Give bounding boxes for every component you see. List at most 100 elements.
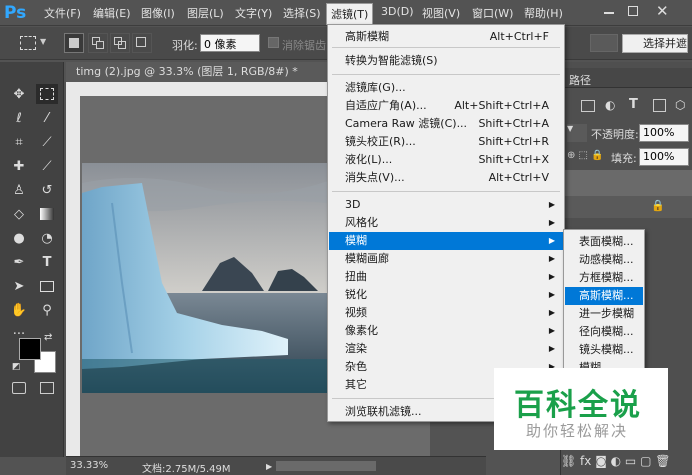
menu-separator (332, 74, 560, 75)
add-selection-icon[interactable] (88, 33, 108, 53)
opacity-label: 不透明度: (591, 128, 639, 141)
layer-bottom-icons[interactable]: ⛓ fx ◙ ◐ ▭ ▢ 🗑 (561, 454, 670, 468)
filter-type-icon[interactable]: T (629, 97, 638, 112)
menu-view[interactable]: 视图(V) (422, 5, 460, 21)
photoshop-logo: Ps (4, 3, 27, 23)
zoom-level[interactable]: 33.33% (70, 460, 108, 471)
crop-tool-icon[interactable]: ⌗ (8, 132, 30, 152)
status-arrow-icon[interactable]: ▶ (266, 462, 272, 471)
filter-menu-item[interactable]: 扭曲 ▶ (329, 268, 563, 286)
menu-select[interactable]: 选择(S) (283, 5, 321, 21)
magic-wand-icon[interactable]: ⁄ (36, 108, 58, 128)
filter-menu-item[interactable]: 风格化 ▶ (329, 214, 563, 232)
filter-menu-item[interactable]: Camera Raw 滤镜(C)... Shift+Ctrl+A (329, 115, 563, 133)
marquee-preset-icon[interactable] (20, 36, 36, 50)
new-selection-icon[interactable] (64, 33, 84, 53)
swap-colors-icon[interactable]: ⇄ (44, 332, 52, 343)
horizontal-scrollbar[interactable] (276, 461, 376, 471)
fill-input[interactable]: 100% (639, 148, 689, 166)
filter-menu-item[interactable]: 转换为智能滤镜(S) (329, 52, 563, 70)
filter-adjust-icon[interactable]: ◐ (605, 98, 615, 112)
filter-menu-item[interactable]: 锐化 ▶ (329, 286, 563, 304)
ruler-vertical (66, 96, 80, 456)
path-select-icon[interactable]: ➤ (8, 276, 30, 296)
menu-filter[interactable]: 滤镜(T) (326, 3, 374, 25)
maximize-icon[interactable] (628, 6, 638, 16)
antialias-checkbox[interactable] (268, 37, 279, 48)
default-colors-icon[interactable]: ◩ (12, 362, 21, 372)
move-tool-icon[interactable]: ✥ (8, 84, 30, 104)
hand-tool-icon[interactable]: ✋ (8, 300, 30, 320)
menu-layer[interactable]: 图层(L) (187, 5, 224, 21)
submenu-arrow-icon: ▶ (548, 290, 555, 299)
menu-item-label: 转换为智能滤镜(S) (345, 54, 438, 67)
screen-mode-icon[interactable] (40, 382, 54, 394)
menu-file[interactable]: 文件(F) (44, 5, 81, 21)
menu-window[interactable]: 窗口(W) (472, 5, 513, 21)
minimize-icon[interactable] (604, 12, 614, 14)
blur-submenu-item[interactable]: 进一步模糊 (565, 305, 643, 323)
blur-submenu-item[interactable]: 动感模糊... (565, 251, 643, 269)
chevron-down-icon[interactable]: ▼ (40, 37, 46, 46)
blur-submenu-item[interactable]: 高斯模糊... (565, 287, 643, 305)
filter-menu-item[interactable]: 渲染 ▶ (329, 340, 563, 358)
feather-input[interactable]: 0 像素 (200, 34, 260, 52)
menu-edit[interactable]: 编辑(E) (93, 5, 131, 21)
filter-menu-item[interactable]: 视频 ▶ (329, 304, 563, 322)
history-brush-icon[interactable]: ↺ (36, 180, 58, 200)
gradient-icon[interactable] (36, 204, 58, 224)
menu-help[interactable]: 帮助(H) (524, 5, 563, 21)
clone-stamp-icon[interactable]: ♙ (8, 180, 30, 200)
intersect-selection-icon[interactable] (132, 33, 152, 53)
blur-submenu-item[interactable]: 表面模糊... (565, 233, 643, 251)
menu-item-label: Camera Raw 滤镜(C)... (345, 117, 468, 130)
eraser-icon[interactable]: ◇ (8, 204, 30, 224)
quick-mask-icon[interactable] (12, 382, 26, 394)
rectangle-tool-icon[interactable] (36, 276, 58, 296)
document-tab[interactable]: timg (2).jpg @ 33.3% (图层 1, RGB/8#) * (66, 62, 336, 82)
filter-menu-item[interactable]: 模糊画廊 ▶ (329, 250, 563, 268)
marquee-tool-icon[interactable] (36, 84, 58, 104)
zoom-tool-icon[interactable]: ⚲ (36, 300, 58, 320)
filter-menu-item[interactable]: 像素化 ▶ (329, 322, 563, 340)
blend-mode-chevron-icon[interactable]: ▼ (567, 124, 587, 142)
menu-type[interactable]: 文字(Y) (235, 5, 272, 21)
type-tool-icon[interactable]: T (36, 252, 58, 272)
filter-menu-item[interactable]: 自适应广角(A)... Alt+Shift+Ctrl+A (329, 97, 563, 115)
filter-menu: 高斯模糊 Alt+Ctrl+F 转换为智能滤镜(S) 滤镜库(G)... 自适应广角(A… (327, 24, 565, 422)
foreground-color-swatch[interactable] (19, 338, 41, 360)
menu-item-label: 像素化 (345, 324, 378, 337)
blur-submenu-item[interactable]: 径向模糊... (565, 323, 643, 341)
subtract-selection-icon[interactable] (110, 33, 130, 53)
filter-menu-item[interactable]: 镜头校正(R)... Shift+Ctrl+R (329, 133, 563, 151)
blur-submenu-item[interactable]: 方框模糊... (565, 269, 643, 287)
layer-row[interactable] (561, 170, 692, 196)
lasso-tool-icon[interactable]: ℓ (8, 108, 30, 128)
filter-menu-item[interactable]: 模糊 ▶ (329, 232, 563, 250)
filter-menu-item[interactable]: 消失点(V)... Alt+Ctrl+V (329, 169, 563, 187)
select-and-mask-button[interactable]: 选择并遮 (622, 34, 688, 53)
filter-menu-item[interactable]: 高斯模糊 Alt+Ctrl+F (329, 28, 563, 46)
pen-tool-icon[interactable]: ✒ (8, 252, 30, 272)
paths-tab[interactable]: 路径 (569, 72, 591, 88)
close-window-icon[interactable]: ✕ (656, 2, 669, 20)
filter-image-icon[interactable] (581, 100, 595, 112)
lock-options-icon[interactable]: ⊕ ⬚ 🔒 (567, 150, 604, 161)
healing-brush-icon[interactable]: ✚ (8, 156, 30, 176)
opacity-input[interactable]: 100% (639, 124, 689, 142)
background-layer-row[interactable]: 🔒 (561, 196, 692, 218)
brush-tool-icon[interactable]: ⟋ (36, 156, 58, 176)
menu-3d[interactable]: 3D(D) (381, 5, 414, 18)
filter-shape-icon[interactable] (653, 99, 666, 112)
dodge-tool-icon[interactable]: ◔ (36, 228, 58, 248)
filter-menu-item[interactable]: 液化(L)... Shift+Ctrl+X (329, 151, 563, 169)
width-input[interactable] (590, 34, 618, 52)
blur-submenu-item[interactable]: 镜头模糊... (565, 341, 643, 359)
eyedropper-icon[interactable]: ⟋ (36, 132, 58, 152)
menu-image[interactable]: 图像(I) (141, 5, 175, 21)
filter-menu-item[interactable]: 3D ▶ (329, 196, 563, 214)
filter-menu-item[interactable]: 滤镜库(G)... (329, 79, 563, 97)
blur-tool-icon[interactable]: ● (8, 228, 30, 248)
filter-smart-icon[interactable]: ⬡ (675, 98, 685, 112)
tools-panel: ✥ ℓ ⁄ ⌗ ⟋ ✚ ⟋ ♙ ↺ ◇ ● ◔ ✒ T ➤ ✋ ⚲ ··· ⇄ … (0, 62, 64, 457)
